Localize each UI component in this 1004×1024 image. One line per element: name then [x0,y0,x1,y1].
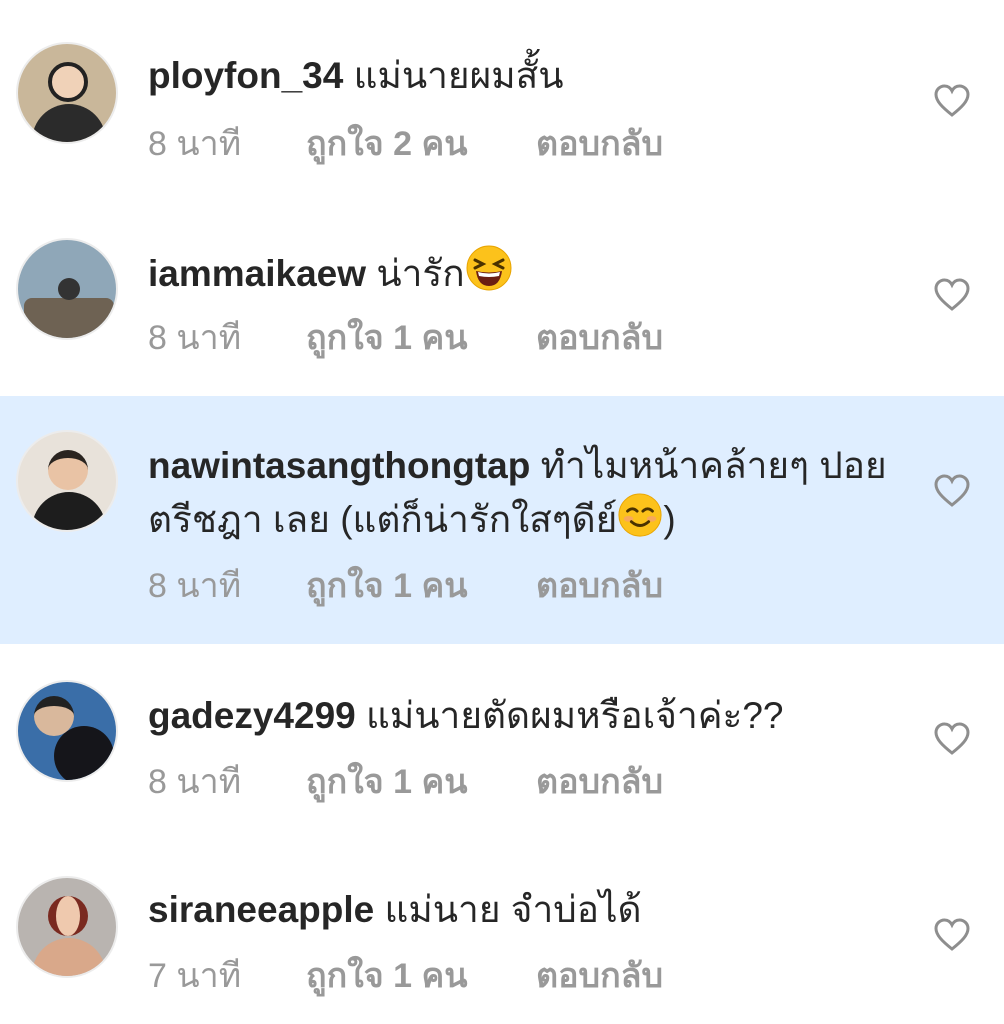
avatar-icon[interactable] [16,876,118,978]
heart-icon[interactable] [934,722,970,756]
comment-time: 8 นาที [148,567,242,605]
reply-button[interactable]: ตอบกลับ [536,314,663,362]
reply-button[interactable]: ตอบกลับ [536,562,663,610]
comment-time: 7 นาที [148,957,242,995]
laughing-face-icon [466,245,512,291]
avatar-icon[interactable] [16,430,118,532]
comment-likes[interactable]: ถูกใจ 1 คน [306,562,467,610]
comment-item: iammaikaew น่ารัก 8 นาที ถูกใจ 1 คน ตอบก… [0,198,1004,396]
comment-username[interactable]: iammaikaew [148,253,366,294]
comment-likes[interactable]: ถูกใจ 1 คน [306,758,467,806]
comment-item-highlighted: nawintasangthongtap ทำไมหน้าคล้ายๆ ปอย ต… [0,396,1004,644]
comment-username[interactable]: nawintasangthongtap [148,445,530,486]
comment-message: แม่นายผมสั้น [353,55,564,96]
comment-time: 8 นาที [148,319,242,357]
comment-item: gadezy4299 แม่นายตัดผมหรือเจ้าค่ะ?? 8 นา… [0,644,1004,842]
comment-item: siraneeapple แม่นาย จำบ่อได้ 7 นาที ถูกใ… [0,842,1004,1024]
comment-likes[interactable]: ถูกใจ 2 คน [306,120,467,168]
heart-icon[interactable] [934,278,970,312]
comment-message-end: ) [663,499,676,540]
heart-icon[interactable] [934,918,970,952]
comment-likes[interactable]: ถูกใจ 1 คน [306,952,467,1000]
avatar-icon[interactable] [16,238,118,340]
heart-icon[interactable] [934,474,970,508]
reply-button[interactable]: ตอบกลับ [536,758,663,806]
comment-message: แม่นายตัดผมหรือเจ้าค่ะ?? [366,695,784,736]
comment-username[interactable]: siraneeapple [148,889,374,930]
avatar-icon[interactable] [16,680,118,782]
comment-time: 8 นาที [148,125,242,163]
reply-button[interactable]: ตอบกลับ [536,120,663,168]
comment-time: 8 นาที [148,763,242,801]
comment-message: แม่นาย จำบ่อได้ [384,889,642,930]
comment-item: ployfon_34 แม่นายผมสั้น 8 นาที ถูกใจ 2 ค… [0,0,1004,198]
comment-text: siraneeapple แม่นาย จำบ่อได้ [148,884,908,936]
comment-text: ployfon_34 แม่นายผมสั้น [148,50,908,102]
smiling-face-icon [618,493,662,537]
comment-username[interactable]: ployfon_34 [148,55,343,96]
comment-text: iammaikaew น่ารัก [148,244,908,300]
reply-button[interactable]: ตอบกลับ [536,952,663,1000]
comment-username[interactable]: gadezy4299 [148,695,356,736]
comment-text: gadezy4299 แม่นายตัดผมหรือเจ้าค่ะ?? [148,690,908,742]
avatar-icon[interactable] [16,42,118,144]
heart-icon[interactable] [934,84,970,118]
comment-text: nawintasangthongtap ทำไมหน้าคล้ายๆ ปอย ต… [148,440,908,546]
comment-likes[interactable]: ถูกใจ 1 คน [306,314,467,362]
comment-message: น่ารัก [376,253,465,294]
